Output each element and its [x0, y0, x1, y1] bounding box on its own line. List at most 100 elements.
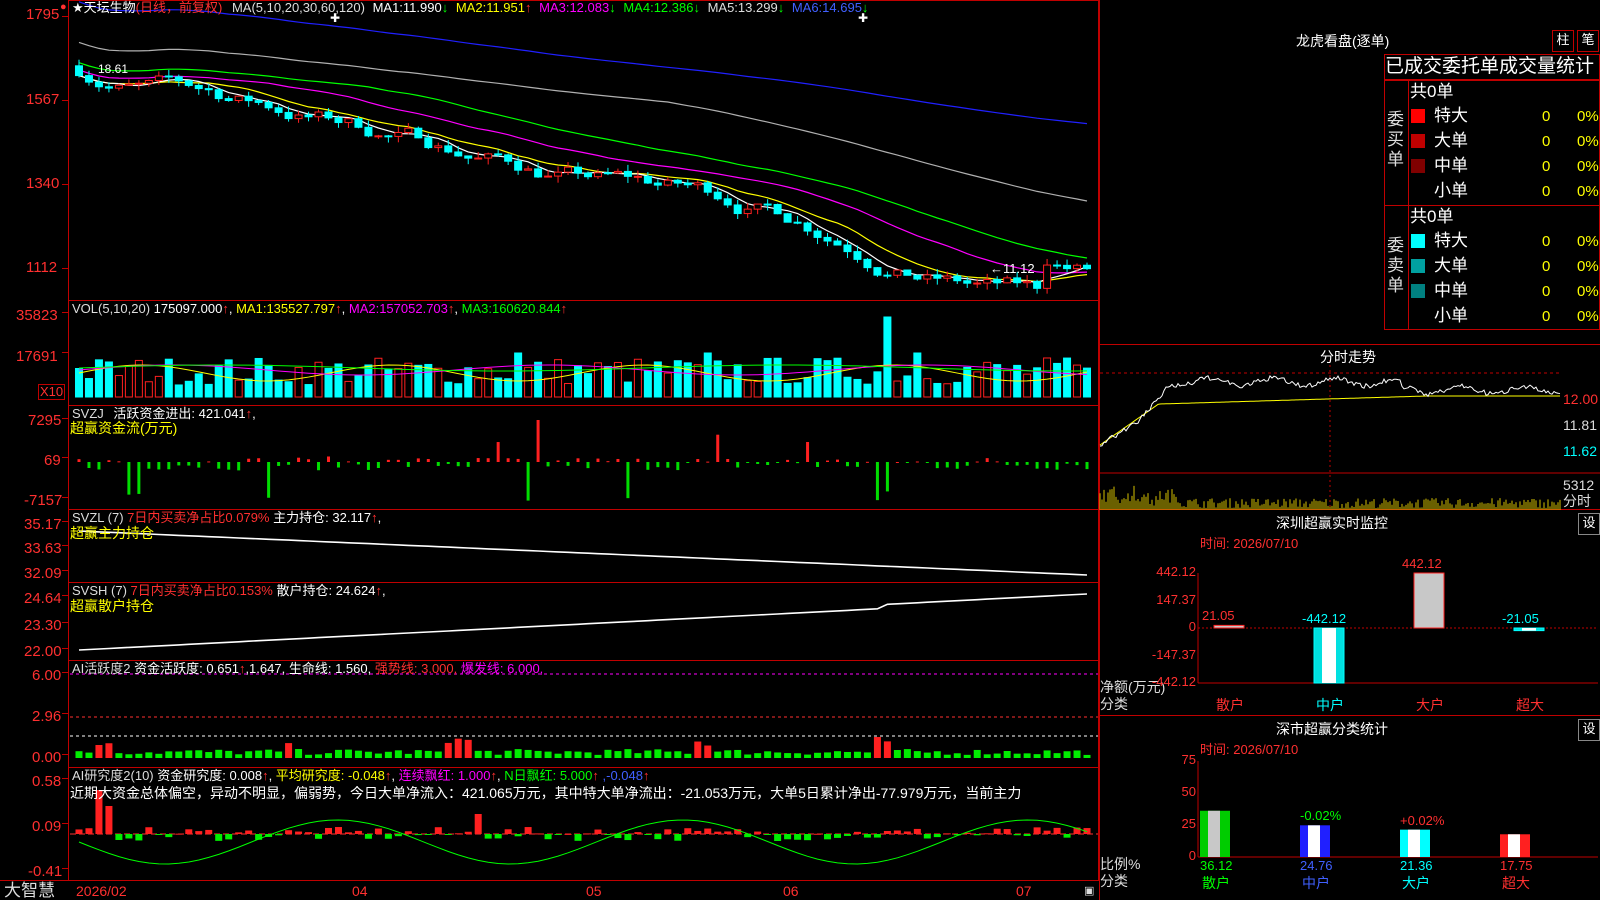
ai1-y-tick: 2.96 — [32, 708, 62, 725]
activity-bar — [873, 737, 881, 758]
volume-bar — [903, 375, 912, 398]
flow-bar — [356, 462, 360, 465]
activity-bar — [774, 752, 782, 758]
buy-swatch — [1411, 184, 1425, 198]
pen-button[interactable]: 笔 — [1577, 30, 1599, 52]
monitor-value-label: 442.12 — [1402, 556, 1442, 571]
volume-bar — [703, 352, 712, 398]
ai1-indicator[interactable]: AI活跃度2 — [72, 661, 131, 676]
activity-bar — [853, 751, 861, 758]
activity-bar — [364, 751, 372, 758]
ma-indicator[interactable]: MA(5,10,20,30,60,120) — [232, 0, 365, 15]
monitor-category: 散户 — [1216, 697, 1244, 713]
classify-bar-highlight — [1408, 829, 1420, 857]
volume-bar — [394, 368, 403, 398]
tab-orders[interactable]: 委托单 — [1442, 55, 1499, 79]
research-bar — [125, 834, 133, 839]
research-bar — [135, 834, 143, 841]
buy-row-pct: 0% — [1577, 108, 1599, 125]
tab-stats[interactable]: 统计 — [1556, 55, 1594, 79]
monitor-value-label: 21.05 — [1202, 608, 1235, 624]
ai2-y-tick: -0.41 — [28, 863, 63, 880]
period-label[interactable]: (日线，前复权) — [136, 0, 223, 15]
vol-indicator[interactable]: VOL(5,10,20) — [72, 301, 150, 316]
lock-icon[interactable]: ▣ — [1084, 884, 1094, 898]
monitor-settings-button[interactable]: 设 — [1578, 513, 1600, 535]
volume-bar — [274, 379, 283, 398]
sell-row-count: 0 — [1542, 283, 1551, 300]
classify-settings-button[interactable]: 设 — [1578, 719, 1600, 741]
monitor-y-tick: 147.37 — [1156, 592, 1196, 607]
activity-bar — [474, 750, 482, 758]
flow-bar — [915, 461, 919, 463]
candle-body — [853, 251, 862, 260]
tab-volume[interactable]: 成交量 — [1499, 55, 1556, 79]
ma6-line — [78, 1, 1088, 125]
volume-bar — [1023, 373, 1032, 398]
ma1-line — [78, 75, 1088, 284]
flow-bar — [97, 462, 101, 470]
alert-icon[interactable]: ● — [60, 0, 67, 14]
intraday-y-tick: 12.00 — [1563, 391, 1599, 407]
classify-bar-highlight — [1508, 834, 1520, 857]
flow-bar — [826, 460, 830, 462]
candle-body — [104, 86, 113, 89]
price-header: ★天坛生物(日线，前复权) MA(5,10,20,30,60,120) MA1:… — [72, 1, 868, 15]
flow-bar — [147, 462, 151, 469]
research-bar — [165, 834, 173, 838]
ma1-value: 11.990 — [402, 0, 442, 15]
flow-bar — [895, 461, 899, 463]
candle-body — [244, 95, 253, 102]
research-bar — [175, 833, 183, 835]
monitor-y-tick: 0 — [1188, 619, 1196, 634]
activity-bar — [1073, 750, 1081, 758]
svzl-indicator[interactable]: SVZL (7) — [72, 510, 124, 525]
candle-body — [544, 175, 553, 178]
activity-bar — [454, 738, 462, 758]
ai2-indicator[interactable]: AI研究度2(10) — [72, 768, 154, 783]
buy-swatch — [1411, 109, 1425, 123]
x-axis-label: 2026/02 — [76, 883, 127, 899]
candle-body — [883, 274, 892, 277]
column-button[interactable]: 柱 — [1552, 30, 1574, 52]
activity-bar — [344, 749, 352, 758]
x-axis-label: 04 — [352, 883, 368, 899]
volume-bar — [993, 364, 1002, 398]
flow-bar — [117, 461, 121, 463]
candle-body — [1013, 277, 1022, 284]
research-bar — [1043, 830, 1051, 834]
tab-traded[interactable]: 已成交 — [1385, 55, 1442, 79]
candle-body — [873, 267, 882, 276]
svsh-indicator[interactable]: SVSH (7) — [72, 583, 127, 598]
svzl-subtitle: 超赢主力持仓 — [70, 525, 154, 541]
candle-body — [294, 114, 303, 120]
activity-bar — [374, 753, 382, 758]
activity-bar — [704, 745, 712, 758]
volume-bar — [1003, 370, 1012, 398]
research-bar — [724, 831, 732, 834]
classify-bar-highlight — [1308, 825, 1320, 857]
flow-bar — [396, 459, 400, 462]
activity-bar — [624, 749, 632, 758]
flow-bar — [636, 458, 640, 462]
flow-bar — [247, 458, 251, 462]
monitor-value-label: -442.12 — [1302, 611, 1347, 626]
candle-body — [494, 153, 503, 156]
flow-bar — [546, 462, 550, 467]
research-bar — [1013, 834, 1021, 836]
svzj-indicator[interactable]: SVZJ — [72, 406, 104, 421]
research-bar — [454, 833, 462, 835]
activity-bar — [923, 752, 931, 758]
activity-bar — [235, 754, 243, 758]
volume-bar — [933, 382, 942, 398]
volume-bar — [424, 363, 433, 398]
flow-bar — [566, 462, 570, 466]
research-bar — [354, 830, 362, 834]
volume-bar — [713, 360, 722, 398]
activity-bar — [983, 754, 991, 758]
ai2-arrow4: ↑ — [592, 768, 599, 783]
volume-bar — [683, 362, 692, 398]
volume-bar — [204, 383, 213, 398]
star-icon[interactable]: ★ — [72, 0, 84, 15]
flow-bar — [935, 462, 939, 469]
